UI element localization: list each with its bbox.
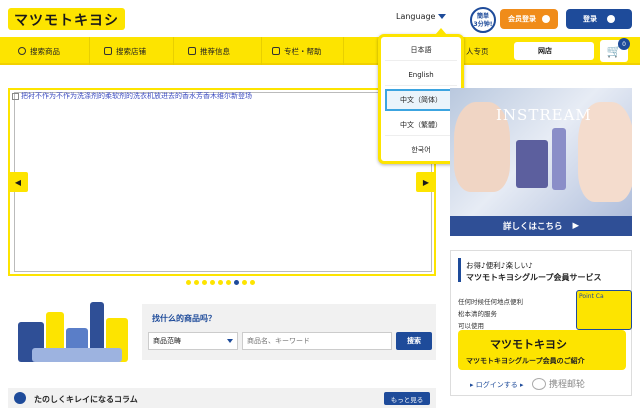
- slider-dot[interactable]: [234, 280, 239, 285]
- watermark: 携程邮轮: [532, 377, 585, 390]
- slider-dot[interactable]: [226, 280, 231, 285]
- list-item: 松本清的服务: [458, 310, 497, 318]
- nav-label: 人专页: [466, 46, 489, 56]
- bag-icon: [188, 47, 196, 55]
- book-icon: [272, 47, 280, 55]
- nav-item-mypage[interactable]: 人专页: [462, 37, 506, 65]
- member-intro-logo: マツモトキヨシ: [490, 338, 567, 351]
- slider-dot[interactable]: [210, 280, 215, 285]
- arrow-right-icon: ▶: [572, 221, 580, 231]
- badge-line2: 3分钟!: [473, 21, 493, 28]
- instream-ad-banner[interactable]: INSTREAM 詳しくはこちら ▶: [450, 88, 632, 236]
- hero-slider: [8, 88, 436, 276]
- section-accent-bar: [458, 258, 461, 282]
- slider-dot[interactable]: [202, 280, 207, 285]
- member-register-label: 会员登录: [508, 15, 536, 23]
- easy-signup-badge: 簡単 3分钟!: [470, 7, 496, 33]
- product-shape: [32, 348, 122, 362]
- member-service-list: 任何时候任何地点便利 松本清的服务 可以使用: [458, 296, 523, 332]
- column-title: たのしくキレイになるコラム: [34, 395, 138, 404]
- product-jar: [516, 140, 548, 188]
- car-icon: [104, 47, 112, 55]
- member-intro-subtitle: マツモトキヨシグループ会員のご紹介: [466, 357, 585, 365]
- lang-option-chinese-simplified[interactable]: 中文（简体）: [385, 89, 457, 111]
- slider-prev-button[interactable]: ◀: [8, 172, 28, 192]
- badge-line1: 簡単: [476, 13, 489, 20]
- member-service-tagline: お得♪便利♪楽しい♪: [466, 261, 533, 270]
- category-select-value: 商品范畴: [153, 337, 181, 345]
- broken-image-alt: 把衬不作为不作为洗涤剂的柔软剂的洗衣机放进去的香水芳香木维尔新登场: [21, 92, 252, 100]
- nav-item-recommend[interactable]: 推荐信息: [184, 37, 262, 65]
- chevron-down-icon: [227, 339, 233, 343]
- site-header: マツモトキヨシ Language 簡単 3分钟! 会员登录 登录: [0, 0, 640, 36]
- search-button[interactable]: 搜索: [396, 332, 432, 350]
- arrow-circle-icon: [607, 15, 615, 23]
- login-label: 登录: [583, 15, 597, 23]
- list-item: 任何时候任何地点便利: [458, 298, 523, 306]
- ad-cta-bar[interactable]: 詳しくはこちら ▶: [450, 216, 632, 236]
- column-more-button[interactable]: もっと見る: [384, 392, 430, 405]
- lang-option-japanese[interactable]: 日本語: [385, 39, 457, 61]
- slider-dot[interactable]: [250, 280, 255, 285]
- arrow-circle-icon: [542, 15, 550, 23]
- search-icon: [18, 47, 26, 55]
- online-store-link[interactable]: 网店: [514, 42, 594, 60]
- watermark-text: 携程邮轮: [549, 380, 586, 390]
- member-register-button[interactable]: 会员登录: [500, 9, 558, 29]
- slider-dot[interactable]: [186, 280, 191, 285]
- nav-label: 推荐信息: [200, 46, 230, 56]
- nav-item-column-help[interactable]: 专栏・帮助: [268, 37, 344, 65]
- nav-label: 专栏・帮助: [284, 46, 322, 56]
- slider-dot[interactable]: [218, 280, 223, 285]
- nav-item-search-stores[interactable]: 搜索店铺: [100, 37, 174, 65]
- product-bottle: [552, 128, 566, 190]
- slider-image-frame: [14, 92, 432, 272]
- broken-image[interactable]: 把衬不作为不作为洗涤剂的柔软剂的洗衣机放进去的香水芳香木维尔新登场: [12, 91, 252, 101]
- nav-item-search-products[interactable]: 搜索商品: [14, 37, 90, 65]
- site-logo[interactable]: マツモトキヨシ: [8, 8, 125, 30]
- arrow-left-icon: ◀: [14, 177, 22, 187]
- chevron-down-icon: [438, 14, 447, 19]
- products-illustration: [14, 298, 132, 370]
- search-question: 找什么的商品吗？: [152, 314, 216, 323]
- slider-dot[interactable]: [242, 280, 247, 285]
- search-input[interactable]: [242, 332, 392, 350]
- ad-brand-name: INSTREAM: [496, 106, 592, 124]
- nav-label: 搜索商品: [30, 46, 60, 56]
- lang-option-korean[interactable]: 한국어: [385, 139, 457, 161]
- language-label: Language: [396, 12, 436, 21]
- wechat-icon: [532, 377, 546, 390]
- broken-image-icon: [12, 92, 19, 100]
- column-icon: [14, 392, 26, 404]
- slider-next-button[interactable]: ▶: [416, 172, 436, 192]
- cart-count-badge: 0: [618, 38, 630, 50]
- ad-cta-label: 詳しくはこちら: [502, 222, 563, 232]
- category-select[interactable]: 商品范畴: [148, 332, 238, 350]
- lang-option-english[interactable]: English: [385, 64, 457, 86]
- point-card-image: Point Ca: [576, 290, 632, 330]
- nav-label: 搜索店铺: [116, 46, 146, 56]
- lang-option-chinese-traditional[interactable]: 中文（繁體）: [385, 114, 457, 136]
- member-service-title: マツモトキヨシグループ会員サービス: [466, 273, 602, 282]
- member-login-link[interactable]: ▸ ログインする ▸: [470, 380, 523, 390]
- slider-dots: [186, 280, 255, 285]
- arrow-right-icon: ▶: [422, 177, 430, 187]
- login-button[interactable]: 登录: [566, 9, 632, 29]
- language-selector[interactable]: Language: [396, 12, 447, 21]
- slider-dot[interactable]: [194, 280, 199, 285]
